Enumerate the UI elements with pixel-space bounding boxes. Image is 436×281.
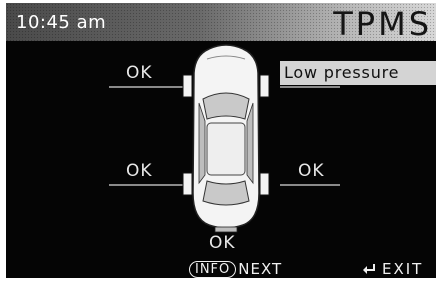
tire-status-front-right: Low pressure — [280, 61, 436, 85]
exit-label: EXIT — [382, 260, 424, 278]
next-label: NEXT — [238, 260, 283, 278]
tpms-screen: 10:45 am TPMS OK Low pressure OK OK OK I… — [6, 3, 436, 278]
page-title: TPMS — [333, 5, 432, 43]
enter-arrow-icon — [363, 264, 375, 274]
tire-status-rear-left: OK — [126, 161, 153, 181]
tire-line-rear-right — [280, 184, 340, 186]
car-top-view-icon — [182, 44, 270, 233]
info-button[interactable]: INFO — [189, 260, 237, 278]
info-next-button[interactable]: INFO NEXT — [189, 260, 282, 278]
tire-status-rear-right: OK — [298, 161, 325, 181]
exit-button[interactable]: EXIT — [362, 260, 423, 278]
tire-status-spare: OK — [209, 233, 236, 253]
tire-status-front-left: OK — [126, 63, 153, 83]
tire-line-rear-left — [109, 184, 187, 186]
tire-line-front-left — [109, 86, 187, 88]
clock: 10:45 am — [16, 12, 107, 33]
tire-line-front-right — [280, 86, 340, 88]
